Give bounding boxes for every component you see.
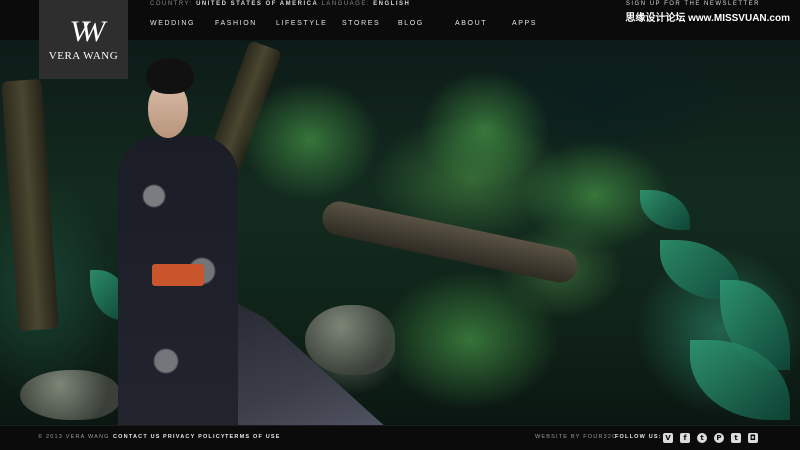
facebook-icon[interactable]: f (680, 433, 690, 443)
locale-selector[interactable]: COUNTRY: UNITED STATES OF AMERICA LANGUA… (150, 0, 410, 9)
pinterest-icon[interactable]: P (714, 433, 724, 443)
nav-apps[interactable]: APPS (512, 20, 537, 27)
privacy-policy-link[interactable]: PRIVACY POLICY (163, 434, 226, 440)
nav-fashion[interactable]: FASHION (215, 20, 257, 27)
vera-wang-logo[interactable]: VW VERA WANG (39, 0, 128, 79)
country-label: COUNTRY: (150, 1, 193, 7)
vimeo-icon[interactable]: V (663, 433, 673, 443)
model-figure (118, 58, 398, 438)
logo-monogram: VW (69, 14, 105, 48)
country-value[interactable]: UNITED STATES OF AMERICA (196, 1, 318, 7)
language-label: LANGUAGE: (321, 1, 370, 7)
copyright: © 2013 VERA WANG (38, 434, 110, 440)
newsletter-link[interactable]: SIGN UP FOR THE NEWSLETTER (626, 0, 760, 9)
nav-stores[interactable]: STORES (342, 20, 380, 27)
contact-us-link[interactable]: CONTACT US (113, 434, 161, 440)
model-hair (146, 58, 194, 94)
language-value[interactable]: ENGLISH (373, 1, 410, 7)
follow-us-label: FOLLOW US: (615, 434, 662, 440)
nav-blog[interactable]: BLOG (398, 20, 424, 27)
site-credit[interactable]: WEBSITE BY FOUR32C (535, 434, 617, 440)
twitter-icon[interactable]: t (697, 433, 707, 443)
instagram-icon[interactable]: ◘ (748, 433, 758, 443)
nav-wedding[interactable]: WEDDING (150, 20, 195, 27)
model-belt (152, 264, 204, 286)
watermark: 思缘设计论坛 www.MISSVUAN.com (625, 13, 790, 24)
footer-bar: © 2013 VERA WANG CONTACT US PRIVACY POLI… (0, 425, 800, 450)
nav-about[interactable]: ABOUT (455, 20, 487, 27)
rock (20, 370, 120, 420)
tree-trunk (1, 78, 59, 332)
fern (380, 270, 560, 410)
nav-lifestyle[interactable]: LIFESTYLE (276, 20, 327, 27)
model-outfit (118, 136, 238, 436)
logo-wordmark: VERA WANG (48, 49, 119, 62)
tumblr-icon[interactable]: t (731, 433, 741, 443)
terms-of-use-link[interactable]: TERMS OF USE (225, 434, 281, 440)
